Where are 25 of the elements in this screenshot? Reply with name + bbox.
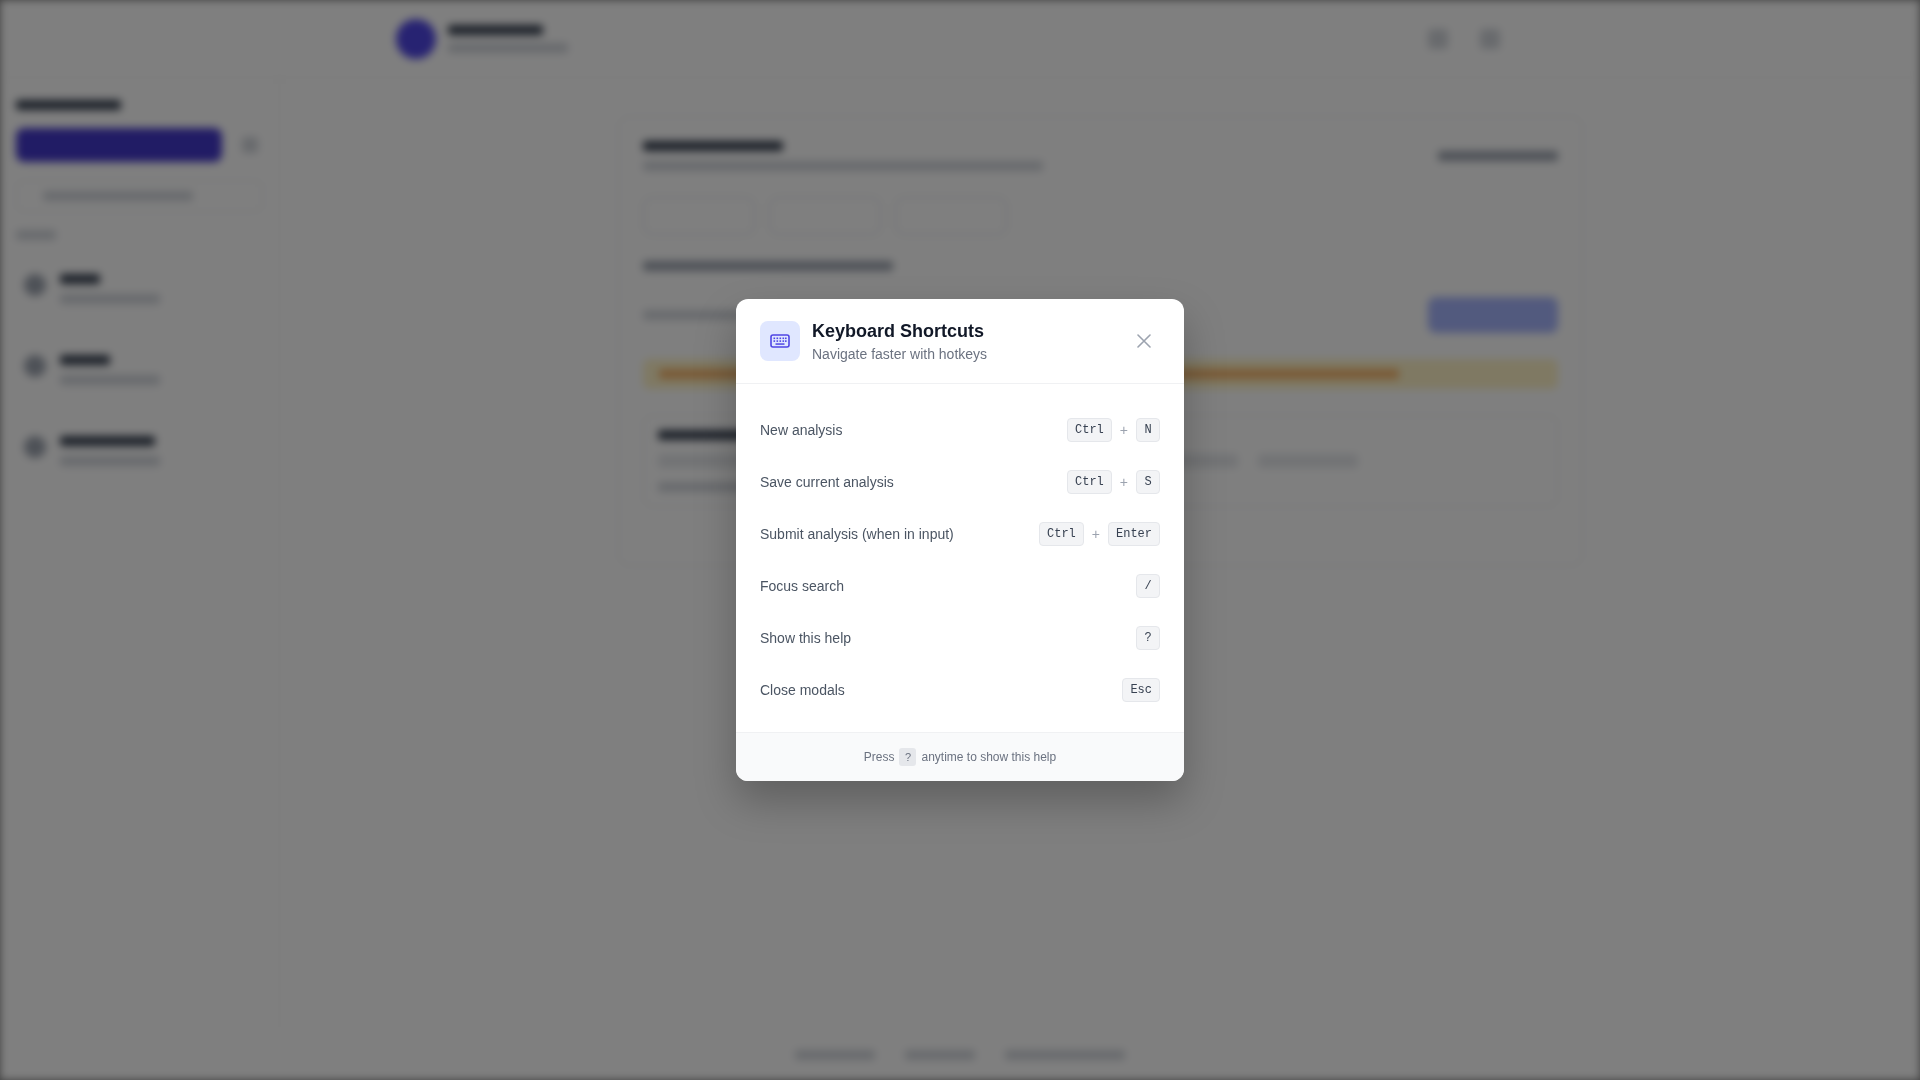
dialog-title: Keyboard Shortcuts: [812, 320, 985, 343]
keyboard-key: Ctrl: [1039, 522, 1084, 546]
plus-sign: +: [1119, 422, 1128, 438]
plus-sign: +: [1119, 474, 1128, 490]
keyboard-key: S: [1136, 470, 1160, 494]
keyboard-key: Enter: [1108, 522, 1160, 546]
shortcut-label: Save current analysis: [760, 473, 894, 491]
shortcut-label: Show this help: [760, 629, 852, 647]
shortcut-label: Close modals: [760, 681, 845, 699]
keyboard-key: N: [1136, 418, 1160, 442]
keyboard-key: Esc: [1122, 678, 1160, 702]
plus-sign: +: [1091, 526, 1100, 542]
keyboard-key: Ctrl: [1067, 470, 1112, 494]
shortcut-label: Focus search: [760, 577, 845, 595]
close-icon: [1137, 334, 1151, 348]
keyboard-key: Ctrl: [1067, 418, 1112, 442]
shortcut-label: Submit analysis (when in input): [760, 525, 954, 543]
dialog-subtitle: Navigate faster with hotkeys: [812, 345, 988, 363]
keyboard-key: /: [1136, 574, 1160, 598]
keyboard-icon: [760, 321, 800, 361]
keyboard-key: ?: [899, 748, 917, 766]
keyboard-key: ?: [1136, 626, 1160, 650]
footer-text: anytime to show this help: [921, 750, 1057, 764]
shortcut-label: New analysis: [760, 421, 843, 439]
footer-text: Press: [863, 750, 895, 764]
